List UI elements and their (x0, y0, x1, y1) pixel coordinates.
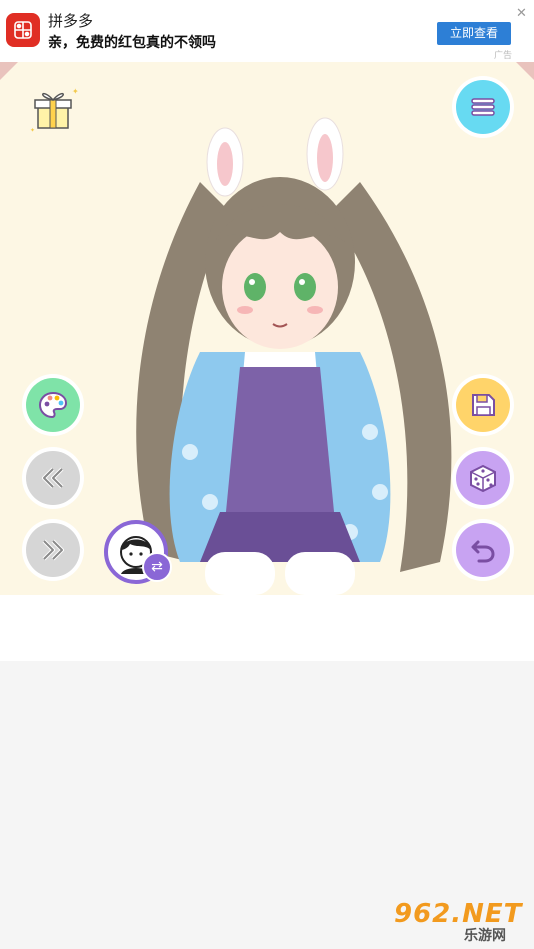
palette-button[interactable] (26, 378, 80, 432)
save-button[interactable] (456, 378, 510, 432)
previous-button[interactable] (26, 451, 80, 505)
ad-tagline: 亲，免费的红包真的不领吗 (48, 35, 216, 51)
close-icon[interactable]: ✕ (516, 6, 527, 21)
dressup-canvas: ✦ ✦ ⇄ (0, 62, 534, 595)
corner-decoration (516, 62, 534, 80)
ad-banner[interactable]: 拼多多 亲，免费的红包真的不领吗 立即查看 ✕ 广告 (0, 0, 534, 62)
empty-panel (0, 595, 534, 661)
next-button[interactable] (26, 523, 80, 577)
ad-cta-button[interactable]: 立即查看 (437, 22, 511, 45)
palette-icon (38, 391, 68, 419)
watermark: 962.NET 乐游网 (394, 899, 528, 945)
hamburger-menu-icon (471, 98, 495, 116)
floppy-disk-icon (472, 394, 495, 416)
swap-icon[interactable]: ⇄ (142, 552, 172, 582)
ad-app-name: 拼多多 (48, 12, 94, 30)
randomize-button[interactable] (456, 451, 510, 505)
menu-button[interactable] (456, 80, 510, 134)
svg-text:✦: ✦ (72, 87, 78, 96)
svg-text:✦: ✦ (30, 127, 35, 134)
undo-button[interactable] (456, 523, 510, 577)
dice-icon (470, 464, 496, 493)
double-chevron-left-icon (42, 467, 64, 489)
double-chevron-right-icon (42, 539, 64, 561)
app-logo-icon (6, 13, 40, 47)
gift-icon[interactable]: ✦ ✦ (28, 84, 78, 134)
corner-decoration (0, 62, 18, 80)
watermark-site-name: 乐游网 (464, 928, 506, 944)
undo-icon (471, 540, 495, 563)
ad-label: 广告 (494, 51, 513, 61)
